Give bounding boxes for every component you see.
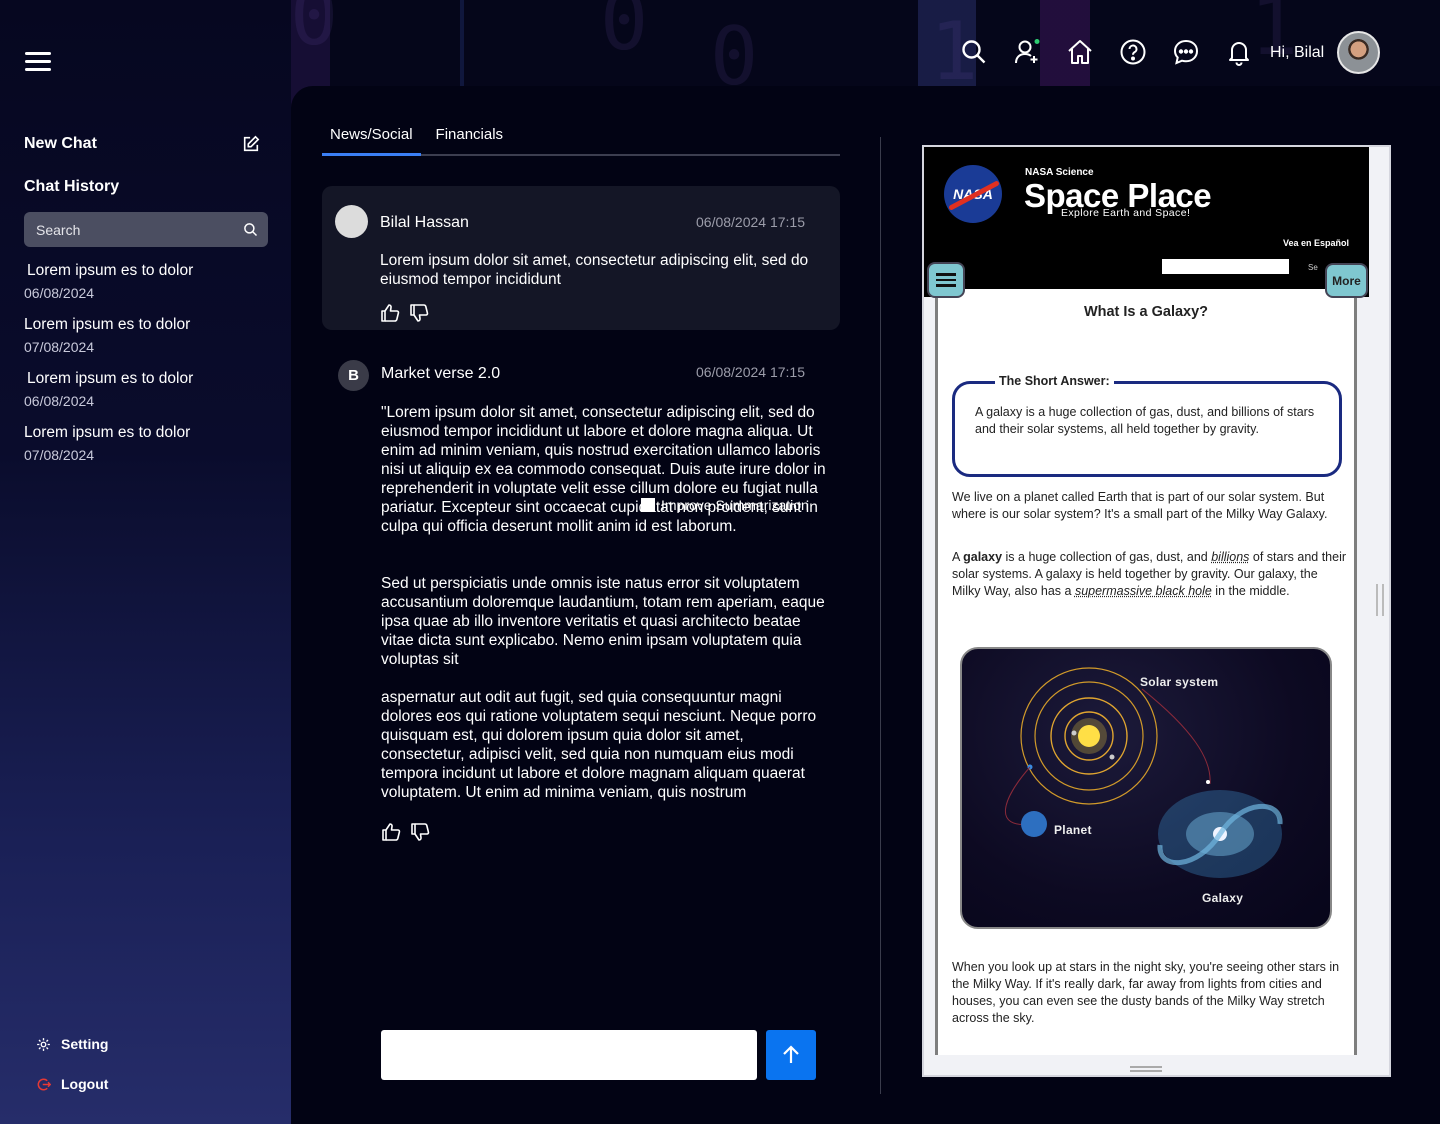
user-message-text: Lorem ipsum dolor sit amet, consectetur … [380,252,809,288]
improve-summarization-label: Improve Summarization [661,497,809,513]
galaxy-label: Galaxy [1202,891,1244,905]
short-answer-text: A galaxy is a huge collection of gas, du… [975,405,1315,436]
logout-label: Logout [61,1076,109,1092]
home-icon[interactable] [1066,38,1094,66]
logout-button[interactable]: Logout [36,1076,108,1092]
history-item-title: Lorem ipsum es to dolor [24,424,191,441]
bot-message-date: 06/08/2024 17:15 [696,364,805,380]
bot-avatar: B [338,360,369,391]
chat-history-heading: Chat History [24,178,120,195]
side-resize-handle[interactable] [1376,584,1384,616]
history-item[interactable]: Lorem ipsum es to dolor 06/08/2024 [24,262,274,301]
history-item-title: Lorem ipsum es to dolor [27,262,194,279]
new-chat-button[interactable]: New Chat [24,135,97,153]
panel-divider [880,137,881,1094]
logout-icon [37,1078,51,1090]
tab-news-social[interactable]: News/Social [322,124,421,156]
background-digit: 0 [600,0,649,68]
thumbs-up-icon[interactable] [381,822,401,842]
top-toolbar [960,38,1278,66]
tab-financials[interactable]: Financials [428,124,512,154]
bell-icon[interactable] [1225,38,1253,66]
checkbox-square-icon [641,498,655,512]
user-avatar[interactable] [1337,31,1380,74]
site-header: NASA NASA Science Space Place Explore Ea… [924,147,1369,297]
new-chat-row: New Chat [24,135,260,153]
text-span: is a huge collection of gas, dust, and [1002,550,1212,564]
site-tagline: Explore Earth and Space! [1061,207,1191,219]
site-menu-button[interactable] [927,262,965,298]
planet-label: Planet [1054,823,1092,837]
site-search-label: Se [1308,263,1318,272]
edit-icon[interactable] [242,135,260,153]
web-preview: NASA NASA Science Space Place Explore Ea… [922,145,1391,1077]
text-span: in the middle. [1211,584,1290,598]
bold-term: galaxy [963,550,1003,564]
user-message-card: Bilal Hassan 06/08/2024 17:15 Lorem ipsu… [322,186,840,330]
glossary-link[interactable]: supermassive black hole [1075,584,1212,598]
bot-message-paragraph: "Lorem ipsum dolor sit amet, consectetur… [381,404,826,535]
hamburger-menu-icon[interactable] [25,52,51,72]
improve-summarization-button[interactable]: Improve Summarization [641,497,809,513]
article-paragraph: A galaxy is a huge collection of gas, du… [952,549,1347,600]
bot-message-feedback [381,822,430,842]
user-message-name: Bilal Hassan [380,214,469,231]
history-item-title: Lorem ipsum es to dolor [24,316,191,333]
search-icon[interactable] [243,222,258,237]
background-digit: 0 [290,0,339,63]
history-search [24,212,268,247]
user-greeting: Hi, Bilal [1270,44,1325,61]
short-answer-label: The Short Answer: [995,374,1114,388]
setting-button[interactable]: Setting [36,1036,108,1052]
history-item[interactable]: Lorem ipsum es to dolor 07/08/2024 [24,424,274,463]
history-item-date: 07/08/2024 [24,447,95,463]
site-search-input[interactable] [1162,259,1289,274]
galaxy-diagram-art [1004,667,1283,878]
bot-message-paragraph: Sed ut perspiciatis unde omnis iste natu… [381,575,825,668]
short-answer-box: The Short Answer: A galaxy is a huge col… [952,374,1342,477]
history-search-input[interactable] [36,221,243,238]
galaxy-diagram: Solar system Planet Galaxy [960,647,1332,929]
glossary-link[interactable]: billions [1211,550,1249,564]
article-paragraph: We live on a planet called Earth that is… [952,490,1328,521]
site-more-button[interactable]: More [1325,263,1368,298]
solar-system-label: Solar system [1140,675,1219,689]
setting-label: Setting [61,1036,109,1052]
gear-icon [37,1037,50,1051]
history-item-title: Lorem ipsum es to dolor [27,370,194,387]
text-span: A [952,550,964,564]
send-button[interactable] [766,1030,816,1080]
article-content: What Is a Galaxy? The Short Answer: A ga… [935,289,1357,1055]
arrow-up-icon [783,1045,799,1063]
history-item[interactable]: Lorem ipsum es to dolor 07/08/2024 [24,316,274,355]
user-message-feedback [380,303,429,323]
article-paragraph: When you look up at stars in the night s… [952,960,1340,1025]
tab-bar: News/Social Financials [322,124,840,156]
thumbs-down-icon[interactable] [410,822,430,842]
bottom-resize-handle[interactable] [1130,1066,1162,1072]
user-add-icon[interactable] [1013,38,1041,66]
history-item-date: 06/08/2024 [24,393,95,409]
user-message-date: 06/08/2024 17:15 [696,214,805,230]
chat-input[interactable] [381,1030,757,1080]
thumbs-down-icon[interactable] [409,303,429,323]
history-item-date: 07/08/2024 [24,339,95,355]
bot-message-name: Market verse 2.0 [381,365,501,382]
thumbs-up-icon[interactable] [380,303,400,323]
sidebar: New Chat Chat History Lorem ipsum es to … [0,0,291,1124]
chat-icon[interactable] [1172,38,1200,66]
user-message-avatar [335,205,368,238]
spanish-link[interactable]: Vea en Español [1283,238,1349,248]
search-icon[interactable] [960,38,988,66]
help-icon[interactable] [1119,38,1147,66]
article-title: What Is a Galaxy? [1083,304,1209,320]
bot-message-paragraph: aspernatur aut odit aut fugit, sed quia … [381,689,817,801]
history-item-date: 06/08/2024 [24,285,95,301]
chat-history-list: Lorem ipsum es to dolor 06/08/2024 Lorem… [24,262,274,478]
nasa-logo[interactable]: NASA [944,165,1002,223]
history-item[interactable]: Lorem ipsum es to dolor 06/08/2024 [24,370,274,409]
